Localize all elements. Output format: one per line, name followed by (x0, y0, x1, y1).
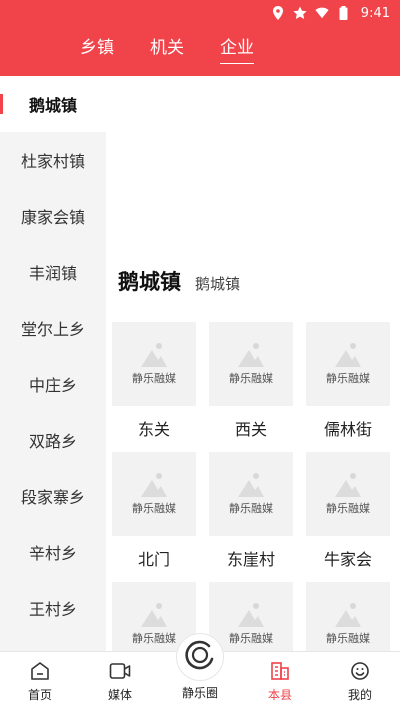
image-placeholder-icon (236, 602, 266, 628)
nav-media[interactable]: 媒体 (90, 660, 150, 703)
nav-home-label: 首页 (27, 688, 52, 702)
wifi-icon (315, 6, 329, 20)
nav-circle-label: 静乐圈 (181, 686, 218, 700)
village-name: 牛家会 (323, 550, 372, 569)
nav-county[interactable]: 本县 (250, 660, 310, 703)
placeholder-brand-text: 静乐融媒 (326, 502, 370, 515)
sidebar-item[interactable]: 双路乡 (0, 412, 106, 468)
tab-enterprise[interactable]: 企业 (220, 36, 254, 64)
section-heading: 鹅城镇 鹅城镇 (118, 266, 240, 296)
circle-logo-icon (182, 637, 218, 677)
village-grid: 静乐融媒 东关 静乐融媒 西关 静乐融媒 儒林街 静乐融媒 北门 静乐融媒 东崖村 静乐融媒 牛家会静… (112, 322, 390, 651)
placeholder-brand-text: 静乐融媒 (229, 502, 273, 515)
sidebar: 鹅城镇 杜家村镇 康家会镇 丰润镇 堂尔上乡 中庄乡 双路乡 段家寨乡 辛村乡 … (0, 76, 106, 651)
village-name: 儒林街 (323, 420, 372, 439)
thumbnail-placeholder: 静乐融媒 (112, 452, 196, 536)
placeholder-brand-text: 静乐融媒 (229, 632, 273, 645)
sidebar-item[interactable]: 中庄乡 (0, 356, 106, 412)
thumbnail-placeholder: 静乐融媒 (306, 322, 390, 406)
sidebar-item[interactable]: 杜家村镇 (0, 132, 106, 188)
placeholder-brand-text: 静乐融媒 (326, 372, 370, 385)
sidebar-item[interactable]: 王村乡 (0, 580, 106, 636)
village-card[interactable]: 静乐融媒 牛家会 (306, 452, 390, 582)
village-card[interactable]: 静乐融媒 (306, 582, 390, 651)
video-icon (109, 660, 131, 682)
placeholder-brand-text: 静乐融媒 (132, 372, 176, 385)
circle-logo-button[interactable] (176, 633, 224, 681)
header: 9:41 乡镇 机关 企业 (0, 0, 400, 76)
placeholder-brand-text: 静乐融媒 (326, 632, 370, 645)
nav-county-label: 本县 (267, 688, 292, 702)
image-placeholder-icon (139, 342, 169, 368)
location-icon (271, 6, 285, 20)
main-content: 鹅城镇 鹅城镇 静乐融媒 东关 静乐融媒 西关 静乐融媒 儒林街 静乐融媒 北门 静乐融媒 东崖村… (106, 76, 400, 651)
nav-mine[interactable]: 我的 (330, 660, 390, 703)
app-root: 9:41 乡镇 机关 企业 鹅城镇 杜家村镇 康家会镇 丰润镇 堂尔上乡 中庄乡… (0, 0, 400, 711)
tab-township[interactable]: 乡镇 (80, 36, 114, 64)
image-placeholder-icon (333, 342, 363, 368)
image-placeholder-icon (139, 472, 169, 498)
thumbnail-placeholder: 静乐融媒 (306, 582, 390, 651)
image-placeholder-icon (139, 602, 169, 628)
sidebar-item[interactable]: 鹅城镇 (0, 76, 106, 132)
image-placeholder-icon (236, 472, 266, 498)
nav-mine-label: 我的 (347, 688, 372, 702)
placeholder-brand-text: 静乐融媒 (229, 372, 273, 385)
village-card[interactable]: 静乐融媒 西关 (209, 322, 293, 452)
sidebar-item[interactable]: 堂尔上乡 (0, 300, 106, 356)
user-icon (349, 660, 371, 682)
sidebar-item[interactable]: 丰润镇 (0, 244, 106, 300)
thumbnail-placeholder: 静乐融媒 (209, 582, 293, 651)
battery-icon (337, 6, 351, 20)
village-name: 西关 (234, 420, 267, 439)
image-placeholder-icon (333, 602, 363, 628)
building-icon (269, 660, 291, 682)
thumbnail-placeholder: 静乐融媒 (209, 322, 293, 406)
section-title: 鹅城镇 (118, 269, 181, 294)
section-subtitle: 鹅城镇 (195, 275, 241, 293)
image-placeholder-icon (236, 342, 266, 368)
thumbnail-placeholder: 静乐融媒 (209, 452, 293, 536)
thumbnail-placeholder: 静乐融媒 (306, 452, 390, 536)
image-placeholder-icon (333, 472, 363, 498)
sidebar-item[interactable]: 康家会镇 (0, 188, 106, 244)
thumbnail-placeholder: 静乐融媒 (112, 322, 196, 406)
star-icon (293, 6, 307, 20)
village-card[interactable]: 静乐融媒 东崖村 (209, 452, 293, 582)
home-icon (29, 660, 51, 682)
village-card[interactable]: 静乐融媒 (209, 582, 293, 651)
clock-time: 9:41 (360, 5, 390, 21)
nav-home[interactable]: 首页 (10, 660, 70, 703)
village-name: 东关 (137, 420, 170, 439)
village-card[interactable]: 静乐融媒 东关 (112, 322, 196, 452)
nav-media-label: 媒体 (107, 688, 132, 702)
sidebar-item[interactable]: 辛村乡 (0, 524, 106, 580)
status-bar: 9:41 (271, 4, 390, 22)
sidebar-item[interactable]: 段家寨乡 (0, 468, 106, 524)
tab-agency[interactable]: 机关 (150, 36, 184, 64)
placeholder-brand-text: 静乐融媒 (132, 502, 176, 515)
top-tabs: 乡镇 机关 企业 (80, 36, 254, 64)
village-name: 东崖村 (226, 550, 275, 569)
village-card[interactable]: 静乐融媒 北门 (112, 452, 196, 582)
placeholder-brand-text: 静乐融媒 (132, 632, 176, 645)
village-card[interactable]: 静乐融媒 儒林街 (306, 322, 390, 452)
village-name: 北门 (137, 550, 170, 569)
